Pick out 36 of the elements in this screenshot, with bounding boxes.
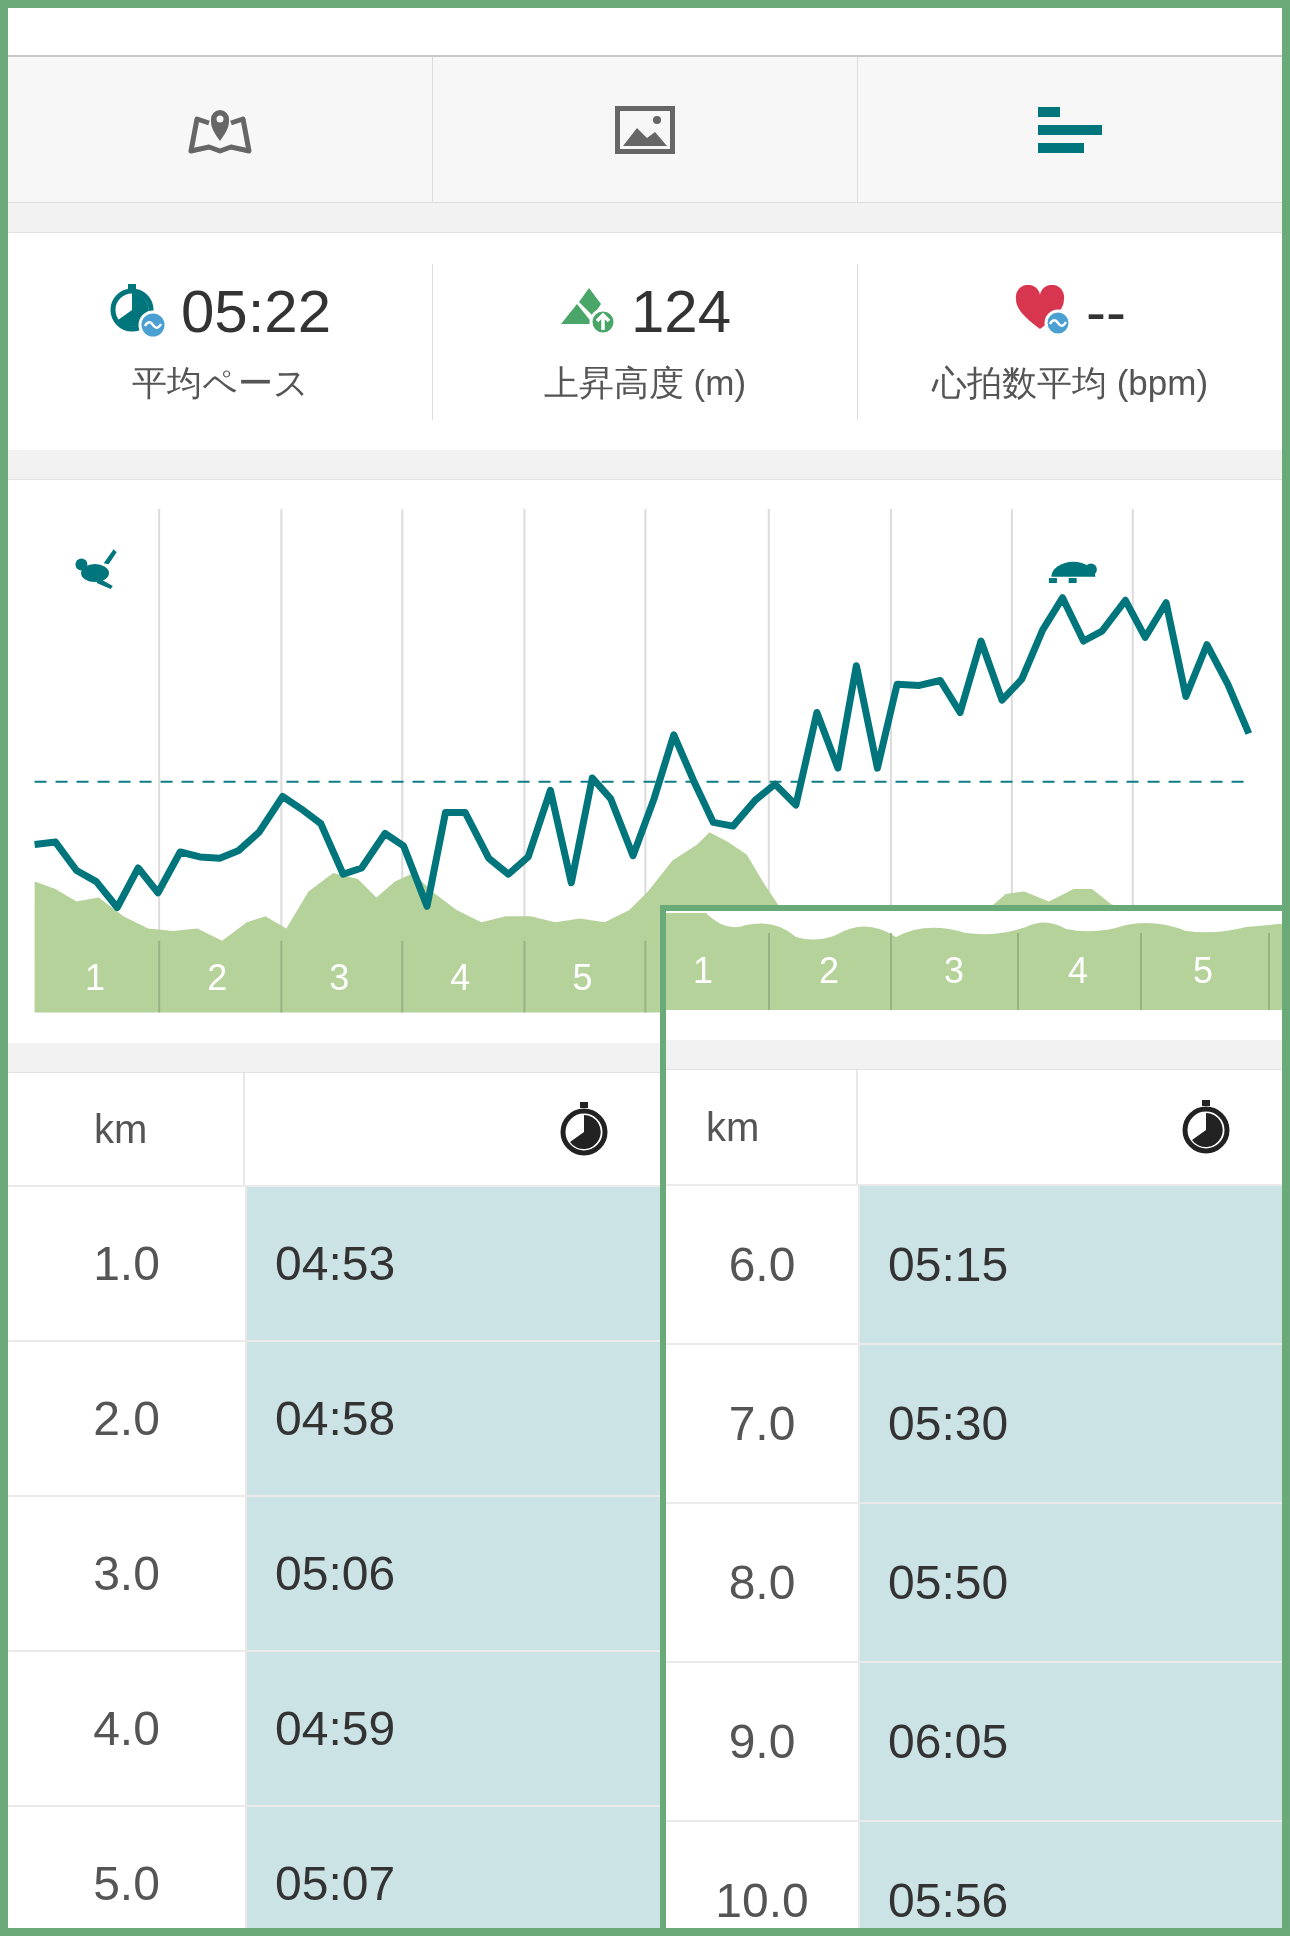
table-cell: 6.0 <box>728 1237 796 1292</box>
heart-icon <box>1014 285 1072 337</box>
column-header: km <box>706 1104 760 1150</box>
time-cell: 04:58 <box>247 1342 660 1495</box>
stat-label: 平均ペース <box>131 361 309 404</box>
time-cell: 05:15 <box>860 1186 1282 1343</box>
time-cell: 04:53 <box>247 1187 660 1340</box>
stat-value: 124 <box>630 276 732 346</box>
turtle-icon <box>1048 561 1097 584</box>
stat-value: -- <box>1086 276 1126 346</box>
stopwatch-icon <box>558 1101 610 1157</box>
stat-label: 心拍数平均 (bpm) <box>931 361 1209 404</box>
table-cell: 4.0 <box>93 1701 160 1756</box>
time-cell: 05:30 <box>860 1345 1282 1502</box>
table-cell: 10.0 <box>715 1873 809 1928</box>
bar-list-icon <box>1038 104 1102 155</box>
table-cell: 3.0 <box>93 1546 160 1601</box>
table-cell: 7.0 <box>728 1396 796 1451</box>
time-cell: 05:50 <box>860 1504 1282 1661</box>
table-cell: 5.0 <box>93 1856 160 1911</box>
mountain-arrow-icon <box>558 286 617 336</box>
time-cell: 05:06 <box>247 1497 660 1650</box>
stat-label: 上昇高度 (m) <box>543 361 747 404</box>
stopwatch-icon <box>1180 1099 1232 1155</box>
stopwatch-icon <box>108 283 167 339</box>
table-cell: 1.0 <box>93 1236 160 1291</box>
time-cell: 04:59 <box>247 1652 660 1805</box>
table-cell: 2.0 <box>93 1391 160 1446</box>
time-cell: 06:05 <box>860 1663 1282 1820</box>
table-cell: 9.0 <box>728 1714 796 1769</box>
stat-value: 05:22 <box>180 276 332 346</box>
time-cell: 05:56 <box>860 1822 1282 1928</box>
column-header: km <box>94 1106 148 1152</box>
image-icon <box>615 105 675 154</box>
time-cell: 05:07 <box>247 1807 660 1928</box>
table-cell: 8.0 <box>728 1555 796 1610</box>
